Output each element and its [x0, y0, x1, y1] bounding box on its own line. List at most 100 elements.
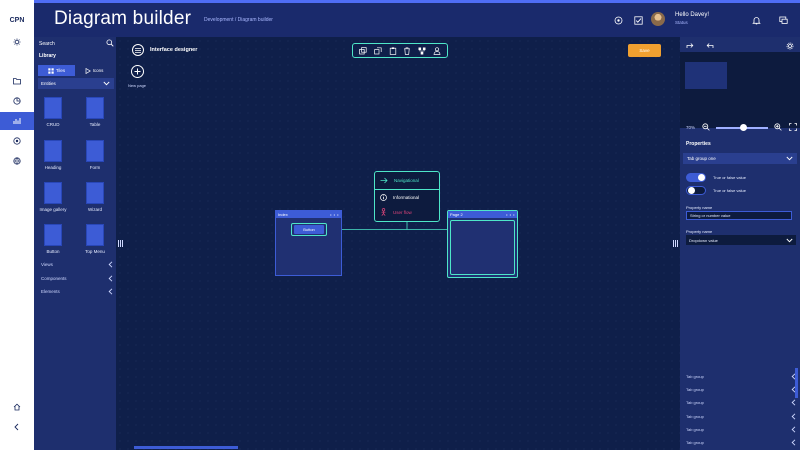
tab-group-row[interactable]: Tab group	[686, 399, 796, 406]
button-element-node[interactable]: Button	[291, 223, 327, 236]
avatar[interactable]	[651, 12, 665, 26]
tile-top-menu-thumb	[86, 224, 104, 246]
menu-item-navigational[interactable]: Navigational	[380, 177, 419, 184]
redo-button[interactable]	[686, 42, 694, 49]
folder-rail-button[interactable]	[0, 72, 34, 90]
tile-table-thumb	[86, 97, 104, 119]
tile-image-gallery[interactable]: Image gallery	[38, 182, 68, 212]
menu-item-label: User flow	[393, 209, 412, 215]
tile-crud[interactable]: CRUD	[38, 97, 68, 127]
library-group-label: Components	[41, 276, 67, 281]
undo-icon	[706, 42, 714, 49]
string-value-input[interactable]: String or number value	[686, 211, 792, 220]
info-icon	[380, 194, 387, 201]
collapse-rail-button[interactable]	[0, 418, 34, 436]
search-icon[interactable]	[106, 39, 114, 47]
globe-rail-button[interactable]	[0, 152, 34, 170]
panel-settings-button[interactable]	[786, 42, 794, 50]
tasks-button[interactable]	[632, 14, 644, 26]
zoom-out-button[interactable]	[702, 123, 710, 131]
zoom-out-icon	[702, 123, 710, 131]
property-name-label: Property name	[686, 205, 713, 210]
undo-button[interactable]	[706, 42, 714, 49]
entities-section-header[interactable]: Entities	[38, 78, 114, 89]
tile-table[interactable]: Table	[80, 97, 110, 127]
home-rail-button[interactable]	[0, 398, 34, 416]
menu-item-user-flow[interactable]: User flow	[380, 208, 412, 216]
tab-group-row[interactable]: Tab group	[686, 426, 796, 433]
tile-heading[interactable]: Heading	[38, 140, 68, 170]
menu-item-informational[interactable]: Informational	[380, 194, 419, 201]
diagram-canvas[interactable]: Interface designer New page Save Index • …	[116, 37, 680, 450]
chat-icon	[778, 16, 788, 25]
tab-group-row[interactable]: Tab group	[686, 373, 796, 380]
more-dots-icon[interactable]: • • •	[506, 212, 515, 217]
chevron-left-icon	[791, 413, 796, 420]
pie-chart-icon	[13, 97, 21, 105]
target-rail-button[interactable]	[0, 132, 34, 150]
home-icon	[13, 403, 21, 411]
notifications-button[interactable]	[750, 14, 762, 26]
tile-button[interactable]: Button	[38, 224, 68, 254]
user-greeting: Hello Davey!	[675, 12, 710, 18]
chevron-left-icon	[108, 261, 113, 268]
entities-label: Entities	[41, 81, 56, 86]
tab-group-row-label: Tab group	[686, 414, 704, 419]
toggle-off[interactable]	[686, 186, 706, 195]
tab-group-row[interactable]: Tab group	[686, 386, 796, 393]
zoom-level: 70%	[686, 125, 696, 130]
tab-icons[interactable]: Icons	[76, 65, 112, 76]
node-header: Index • • •	[276, 211, 341, 218]
page-node-page-2[interactable]: Page 2 • • •	[447, 210, 518, 278]
grid-icon	[48, 67, 54, 74]
toggle-2-label: True or false value	[713, 188, 746, 193]
properties-scrollbar[interactable]	[795, 368, 798, 398]
tab-group-row[interactable]: Tab group	[686, 413, 796, 420]
tile-label: Heading	[44, 165, 62, 170]
right-panel: 70% Properties Tab group one True or fal…	[680, 37, 800, 450]
toggle-on[interactable]	[686, 173, 706, 182]
tab-group-row-label: Tab group	[686, 427, 704, 432]
page-node-index[interactable]: Index • • •	[275, 210, 342, 276]
tile-top-menu[interactable]: Top Menu	[80, 224, 110, 254]
library-group-elements[interactable]: Elements	[41, 288, 113, 295]
tile-form[interactable]: Form	[80, 140, 110, 170]
top-header: Diagram builder Development / Diagram bu…	[34, 0, 800, 37]
button-element-label: Button	[294, 225, 324, 234]
library-search-input[interactable]: Search	[39, 41, 55, 47]
menu-divider	[375, 189, 439, 190]
chevron-left-icon	[13, 423, 21, 431]
breadcrumb[interactable]: Development / Diagram builder	[204, 17, 273, 23]
diagram-rail-button[interactable]	[0, 112, 34, 130]
page-node-body	[450, 220, 515, 275]
tab-group-row[interactable]: Tab group	[686, 439, 796, 446]
tab-tiles[interactable]: Tiles	[38, 65, 75, 76]
tab-group-one-header[interactable]: Tab group one	[683, 153, 797, 164]
globe-icon	[13, 157, 21, 165]
tile-heading-thumb	[44, 140, 62, 162]
chevron-left-icon	[108, 275, 113, 282]
zoom-slider-knob[interactable]	[740, 124, 747, 131]
minimap[interactable]	[680, 52, 800, 128]
folder-icon	[13, 77, 21, 85]
dropdown-select[interactable]: Dropdown value	[686, 235, 796, 245]
tab-group-row-label: Tab group	[686, 387, 704, 392]
library-group-components[interactable]: Components	[41, 275, 113, 282]
chevron-down-icon	[103, 81, 110, 86]
app-title: Diagram builder	[54, 8, 192, 29]
user-status[interactable]: Status	[675, 20, 688, 25]
minimap-viewport[interactable]	[685, 62, 727, 89]
library-group-views[interactable]: Views	[41, 261, 113, 268]
tile-label: Wizard	[87, 207, 102, 212]
more-dots-icon[interactable]: • • •	[330, 212, 339, 217]
fullscreen-icon	[789, 123, 797, 131]
settings-rail-button[interactable]	[0, 33, 34, 51]
network-button[interactable]	[612, 14, 624, 26]
analytics-rail-button[interactable]	[0, 92, 34, 110]
chevron-left-icon	[108, 288, 113, 295]
fullscreen-button[interactable]	[789, 123, 797, 131]
tile-wizard[interactable]: Wizard	[80, 182, 110, 212]
canvas-horizontal-scrollbar[interactable]	[134, 446, 238, 449]
zoom-in-button[interactable]	[774, 123, 782, 131]
messages-button[interactable]	[777, 14, 789, 26]
